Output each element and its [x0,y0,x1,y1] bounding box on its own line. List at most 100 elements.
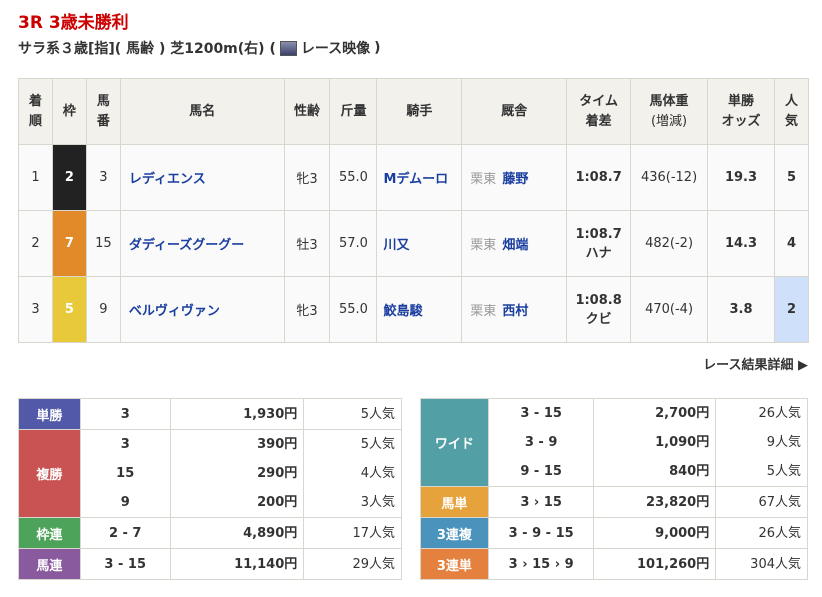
race-title: 3R 3歳未勝利 [18,13,129,33]
video-icon[interactable] [279,40,297,56]
time-cell: 1:08.7 [566,144,632,211]
payout-pop: 5人気 [360,437,395,452]
waku-badge: 7 [51,210,87,277]
bet-type-label: 単勝 [18,398,81,430]
jockey-cell: Mデムーロ [376,144,463,211]
payout-table-right: ワイド 3 - 15 3 - 9 9 - 15 2,700円 1,090円 840円 26人… [420,398,808,580]
carried-weight: 57.0 [329,210,378,277]
race-video-link[interactable]: レース映像 [301,38,370,58]
payout-table-left: 単勝 3 1,930円 5人気 複勝 3 15 9 390円 290円 200円 5人気 4人気 3人… [18,398,402,580]
horse-name-link[interactable]: ダディーズグーグー [129,238,244,253]
trainer-link[interactable]: 西村 [502,304,528,319]
stable-area: 栗東 [470,172,497,187]
header-sexage: 性齢 [283,78,331,145]
bet-type-label: 複勝 [18,429,81,518]
stable-cell: 栗東 畑端 [461,210,568,277]
payout-pop: 67人気 [758,494,801,510]
header-jockey: 騎手 [376,78,463,145]
horse-name-cell: ベルヴィヴァン [119,276,285,343]
payout-amount: 2,700円 [655,406,710,421]
finish-time: 1:08.8 [575,292,622,308]
payout-amount: 101,260円 [637,556,710,572]
header-name: 馬名 [119,78,285,145]
win-odds: 3.8 [707,276,775,343]
bet-type-label: 3連単 [420,548,489,580]
bet-type-label: ワイド [420,398,489,487]
results-table: 着順 枠 馬番 馬名 性齢 斤量 騎手 厩舎 タイム 着差 馬体重 (増減) 単勝オ… [18,78,810,343]
jockey-link[interactable]: 川又 [383,238,409,253]
horse-name-cell: レディエンス [119,144,285,211]
jockey-link[interactable]: 鮫島駿 [383,304,422,319]
payout-pop: 9人気 [766,435,801,450]
win-odds: 14.3 [707,210,775,277]
header-stable: 厩舎 [461,78,568,145]
bet-type-label: 3連複 [420,517,489,549]
payout-combo: 3 - 9 [524,435,558,450]
payout-row: 複勝 3 15 9 390円 290円 200円 5人気 4人気 3人気 [18,429,402,518]
stable-cell: 栗東 西村 [461,276,568,343]
race-conditions-text: サラ系３歳[指]( 馬齢 ) 芝1200m(右) ( [18,41,276,57]
margin: クビ [585,311,612,327]
trainer-link[interactable]: 藤野 [502,172,528,187]
popularity: 5 [773,144,810,211]
popularity: 4 [773,210,810,277]
jockey-cell: 鮫島駿 [376,276,463,343]
result-row: 3 5 9 ベルヴィヴァン 牝3 55.0 鮫島駿 栗東 西村 1:08.8 クビ … [18,276,810,343]
jockey-cell: 川又 [376,210,463,277]
win-odds: 19.3 [707,144,775,211]
close-paren: ) [374,40,381,56]
payout-row: 3連複 3 - 9 - 15 9,000円 26人気 [420,517,808,549]
payout-combo: 3 - 9 - 15 [508,525,574,541]
body-weight: 470(-4) [630,276,709,343]
payout-row: 単勝 3 1,930円 5人気 [18,398,402,430]
payout-amount: 290円 [257,466,298,481]
result-row: 1 2 3 レディエンス 牝3 55.0 Mデムーロ 栗東 藤野 1:08.7 4… [18,144,810,211]
payout-combo: 3 › 15 › 9 [508,556,574,572]
bet-type-label: 馬連 [18,548,81,580]
horse-name-link[interactable]: レディエンス [129,172,206,187]
waku-badge: 5 [51,276,87,343]
sex-age: 牝3 [283,144,331,211]
carried-weight: 55.0 [329,276,378,343]
sex-age: 牝3 [283,276,331,343]
rank: 1 [18,144,53,211]
header-num: 馬番 [85,78,121,145]
payout-combo: 2 - 7 [108,525,142,541]
finish-time: 1:08.7 [575,226,622,242]
payout-pop: 26人気 [758,525,801,541]
payout-amount: 390円 [257,437,298,452]
trainer-link[interactable]: 畑端 [502,238,528,253]
sex-age: 牡3 [283,210,331,277]
payout-row: ワイド 3 - 15 3 - 9 9 - 15 2,700円 1,090円 840円 26人… [420,398,808,487]
bet-type-label: 馬単 [420,486,489,518]
payout-amount: 4,890円 [243,525,298,541]
horse-number: 9 [85,276,121,343]
rank: 2 [18,210,53,277]
payout-amount: 23,820円 [646,494,710,510]
payout-pop: 4人気 [360,466,395,481]
payout-amount: 9,000円 [655,525,710,541]
carried-weight: 55.0 [329,144,378,211]
payout-row: 枠連 2 - 7 4,890円 17人気 [18,517,402,549]
payout-row: 3連単 3 › 15 › 9 101,260円 304人気 [420,548,808,580]
stable-area: 栗東 [470,304,497,319]
payout-combo: 9 [120,495,130,510]
payout-combo: 15 [116,466,135,481]
header-weight: 斤量 [329,78,378,145]
payout-pop: 29人気 [352,556,395,572]
stable-cell: 栗東 藤野 [461,144,568,211]
margin: ハナ [585,245,612,261]
horse-number: 3 [85,144,121,211]
header-rank: 着順 [18,78,53,145]
payout-row: 馬連 3 - 15 11,140円 29人気 [18,548,402,580]
horse-name-link[interactable]: ベルヴィヴァン [129,304,220,319]
horse-number: 15 [85,210,121,277]
jockey-link[interactable]: Mデムーロ [383,172,448,187]
payout-amount: 1,930円 [243,406,298,422]
finish-time: 1:08.7 [575,170,622,185]
payout-row: 馬単 3 › 15 23,820円 67人気 [420,486,808,518]
payout-combo: 3 [120,437,130,452]
payout-pop: 5人気 [766,464,801,479]
body-weight: 436(-12) [630,144,709,211]
race-result-detail-link[interactable]: レース結果詳細 ▶ [703,354,808,373]
